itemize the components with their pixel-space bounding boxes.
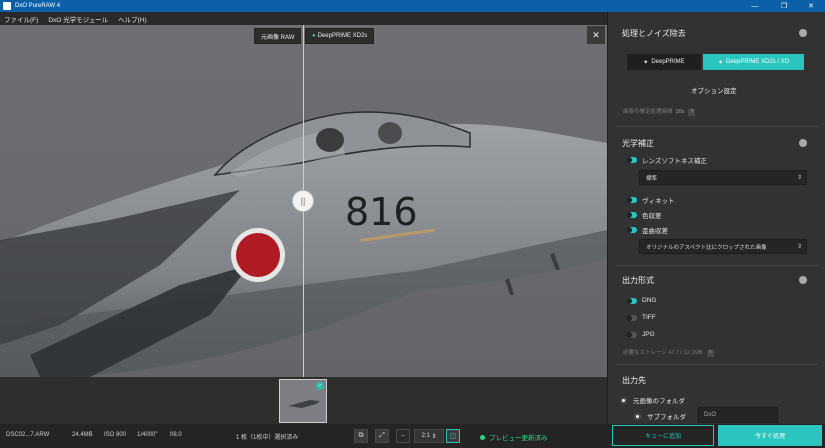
estimate-value: 28s	[675, 109, 685, 115]
deepprime-xd-button[interactable]: ✦ DeepPRIME XD2s / XD	[703, 54, 804, 70]
distortion-select[interactable]: オリジナルのアスペクト比にクロップされた画像 ⇕	[639, 239, 807, 254]
tiff-label: TIFF	[642, 314, 656, 321]
zoom-value: 2:1	[421, 433, 430, 439]
optical-section-title: 光学補正	[622, 139, 654, 148]
compare-slider-handle[interactable]: ||	[292, 190, 314, 212]
sparkle-icon: ✦	[717, 59, 723, 66]
chromatic-row[interactable]: 色収差	[626, 210, 662, 220]
aircraft-number: 816	[345, 190, 418, 234]
processed-tag: ● DeepPRIME XD2s	[305, 28, 375, 44]
lens-softness-value: 標準	[646, 175, 658, 182]
original-raw-tag: 元画像 RAW	[254, 28, 302, 44]
title-bar: DxO PureRAW 4 — ❐ ✕	[0, 0, 825, 12]
split-view-icon[interactable]: ◫	[446, 429, 460, 443]
chromatic-label: 色収差	[642, 213, 662, 220]
jpg-label: JPG	[642, 331, 655, 338]
zoom-select[interactable]: 2:1 ⇕	[414, 429, 444, 443]
menu-bar: ファイル(F) DxO 光学モジュール ヘルプ(H)	[0, 12, 607, 25]
lens-softness-toggle[interactable]	[626, 157, 637, 163]
selected-check-icon: ✓	[316, 382, 324, 390]
options-settings-link[interactable]: オプション設定	[691, 85, 737, 95]
menu-optics-modules[interactable]: DxO 光学モジュール	[48, 14, 108, 24]
menu-file[interactable]: ファイル(F)	[4, 14, 38, 24]
source-folder-label: 元画像のフォルダ	[633, 398, 685, 405]
iso-value: ISO 800	[104, 432, 127, 438]
preview-status-text: プレビュー更新済み	[489, 435, 548, 442]
vignette-label: ヴィネット	[642, 198, 675, 205]
optical-info-icon[interactable]	[799, 139, 807, 147]
compare-view-icon[interactable]: ⧉	[354, 429, 368, 443]
aperture-value: f/8.0	[170, 432, 182, 438]
subfolder-row[interactable]: サブフォルダ	[634, 411, 686, 421]
storage-note: 必要なストレージ 47.7 / 12.1MB?	[623, 348, 714, 357]
distortion-toggle[interactable]	[626, 227, 637, 233]
dng-toggle[interactable]	[626, 297, 637, 304]
subfolder-radio[interactable]	[634, 412, 641, 420]
separator	[616, 126, 818, 127]
app-logo-icon	[3, 2, 11, 10]
process-now-button[interactable]: 今すぐ処理	[718, 425, 822, 446]
processed-dot-icon: ●	[312, 33, 316, 39]
denoise-info-icon[interactable]	[799, 29, 807, 37]
estimate-time: 画像の推定処理時間 28s?	[623, 107, 696, 116]
distortion-label: 歪曲収差	[642, 228, 668, 235]
add-to-queue-button[interactable]: キューに追加	[612, 425, 714, 446]
lens-softness-label: レンズソフトネス補正	[642, 158, 707, 165]
status-bar: DSC02...7.ARW 24.4MB ISO 800 1/4000" f/8…	[0, 424, 825, 448]
help-icon[interactable]: ?	[706, 350, 714, 357]
select-caret-icon: ⇕	[796, 244, 802, 250]
select-caret-icon: ⇕	[796, 175, 802, 181]
selection-count: 1 枚（1枚中）選択済み	[236, 435, 299, 441]
processed-tag-label: DeepPRIME XD2s	[317, 33, 368, 39]
distortion-row[interactable]: 歪曲収差	[626, 225, 668, 235]
vignette-toggle[interactable]	[626, 197, 637, 203]
distortion-value: オリジナルのアスペクト比にクロップされた画像	[646, 244, 767, 251]
window-title: DxO PureRAW 4	[15, 3, 61, 9]
destination-title: 出力先	[622, 376, 646, 385]
source-folder-row[interactable]: 元画像のフォルダ	[620, 395, 685, 405]
filmstrip: ✓	[0, 377, 607, 424]
format-tiff-row[interactable]: TIFF	[626, 314, 656, 321]
tiff-toggle[interactable]	[626, 314, 637, 321]
shutter-value: 1/4000"	[137, 432, 158, 438]
dng-label: DNG	[642, 297, 657, 304]
deepprime-button[interactable]: ✦ DeepPRIME	[627, 54, 701, 70]
settings-panel: 処理とノイズ除去 ✦ DeepPRIME ✦ DeepPRIME XD2s / XD…	[607, 12, 825, 424]
output-format-title: 出力形式	[622, 276, 654, 285]
menu-help[interactable]: ヘルプ(H)	[118, 14, 147, 24]
zoom-out-icon[interactable]: −	[396, 429, 410, 443]
denoise-section-title: 処理とノイズ除去	[622, 29, 686, 38]
maximize-button[interactable]: ❐	[770, 0, 798, 12]
format-jpg-row[interactable]: JPG	[626, 331, 655, 338]
help-icon[interactable]: ?	[688, 109, 696, 116]
format-dng-row[interactable]: DNG	[626, 297, 656, 304]
preview-status: プレビュー更新済み	[480, 432, 548, 442]
storage-note-text: 必要なストレージ 47.7 / 12.1MB	[623, 350, 703, 356]
lens-softness-select[interactable]: 標準 ⇕	[639, 170, 807, 185]
sparkle-icon: ✦	[643, 59, 649, 66]
vignette-row[interactable]: ヴィネット	[626, 195, 675, 205]
fit-screen-icon[interactable]: ⤢	[375, 429, 389, 443]
lens-softness-row[interactable]: レンズソフトネス補正	[626, 155, 707, 165]
separator	[616, 265, 818, 266]
source-folder-radio[interactable]	[620, 396, 627, 404]
image-viewer[interactable]: 816 || 元画像 RAW ● DeepPRIME XD2s ✕	[0, 25, 607, 377]
close-preview-button[interactable]: ✕	[587, 26, 605, 44]
chromatic-toggle[interactable]	[626, 212, 637, 218]
deepprime-label: DeepPRIME	[651, 59, 685, 65]
preview-status-icon	[480, 434, 485, 440]
minimize-button[interactable]: —	[741, 0, 769, 12]
file-size: 24.4MB	[72, 432, 93, 438]
subfolder-input[interactable]: DxO	[698, 407, 778, 423]
separator	[616, 364, 818, 365]
output-format-info-icon[interactable]	[799, 276, 807, 284]
file-name: DSC02...7.ARW	[6, 432, 50, 438]
thumbnail[interactable]: ✓	[279, 379, 327, 423]
deepprime-xd-label: DeepPRIME XD2s / XD	[726, 59, 790, 65]
estimate-label: 画像の推定処理時間	[623, 109, 673, 115]
jpg-toggle[interactable]	[626, 331, 637, 338]
subfolder-label: サブフォルダ	[647, 414, 686, 421]
close-window-button[interactable]: ✕	[797, 0, 825, 12]
